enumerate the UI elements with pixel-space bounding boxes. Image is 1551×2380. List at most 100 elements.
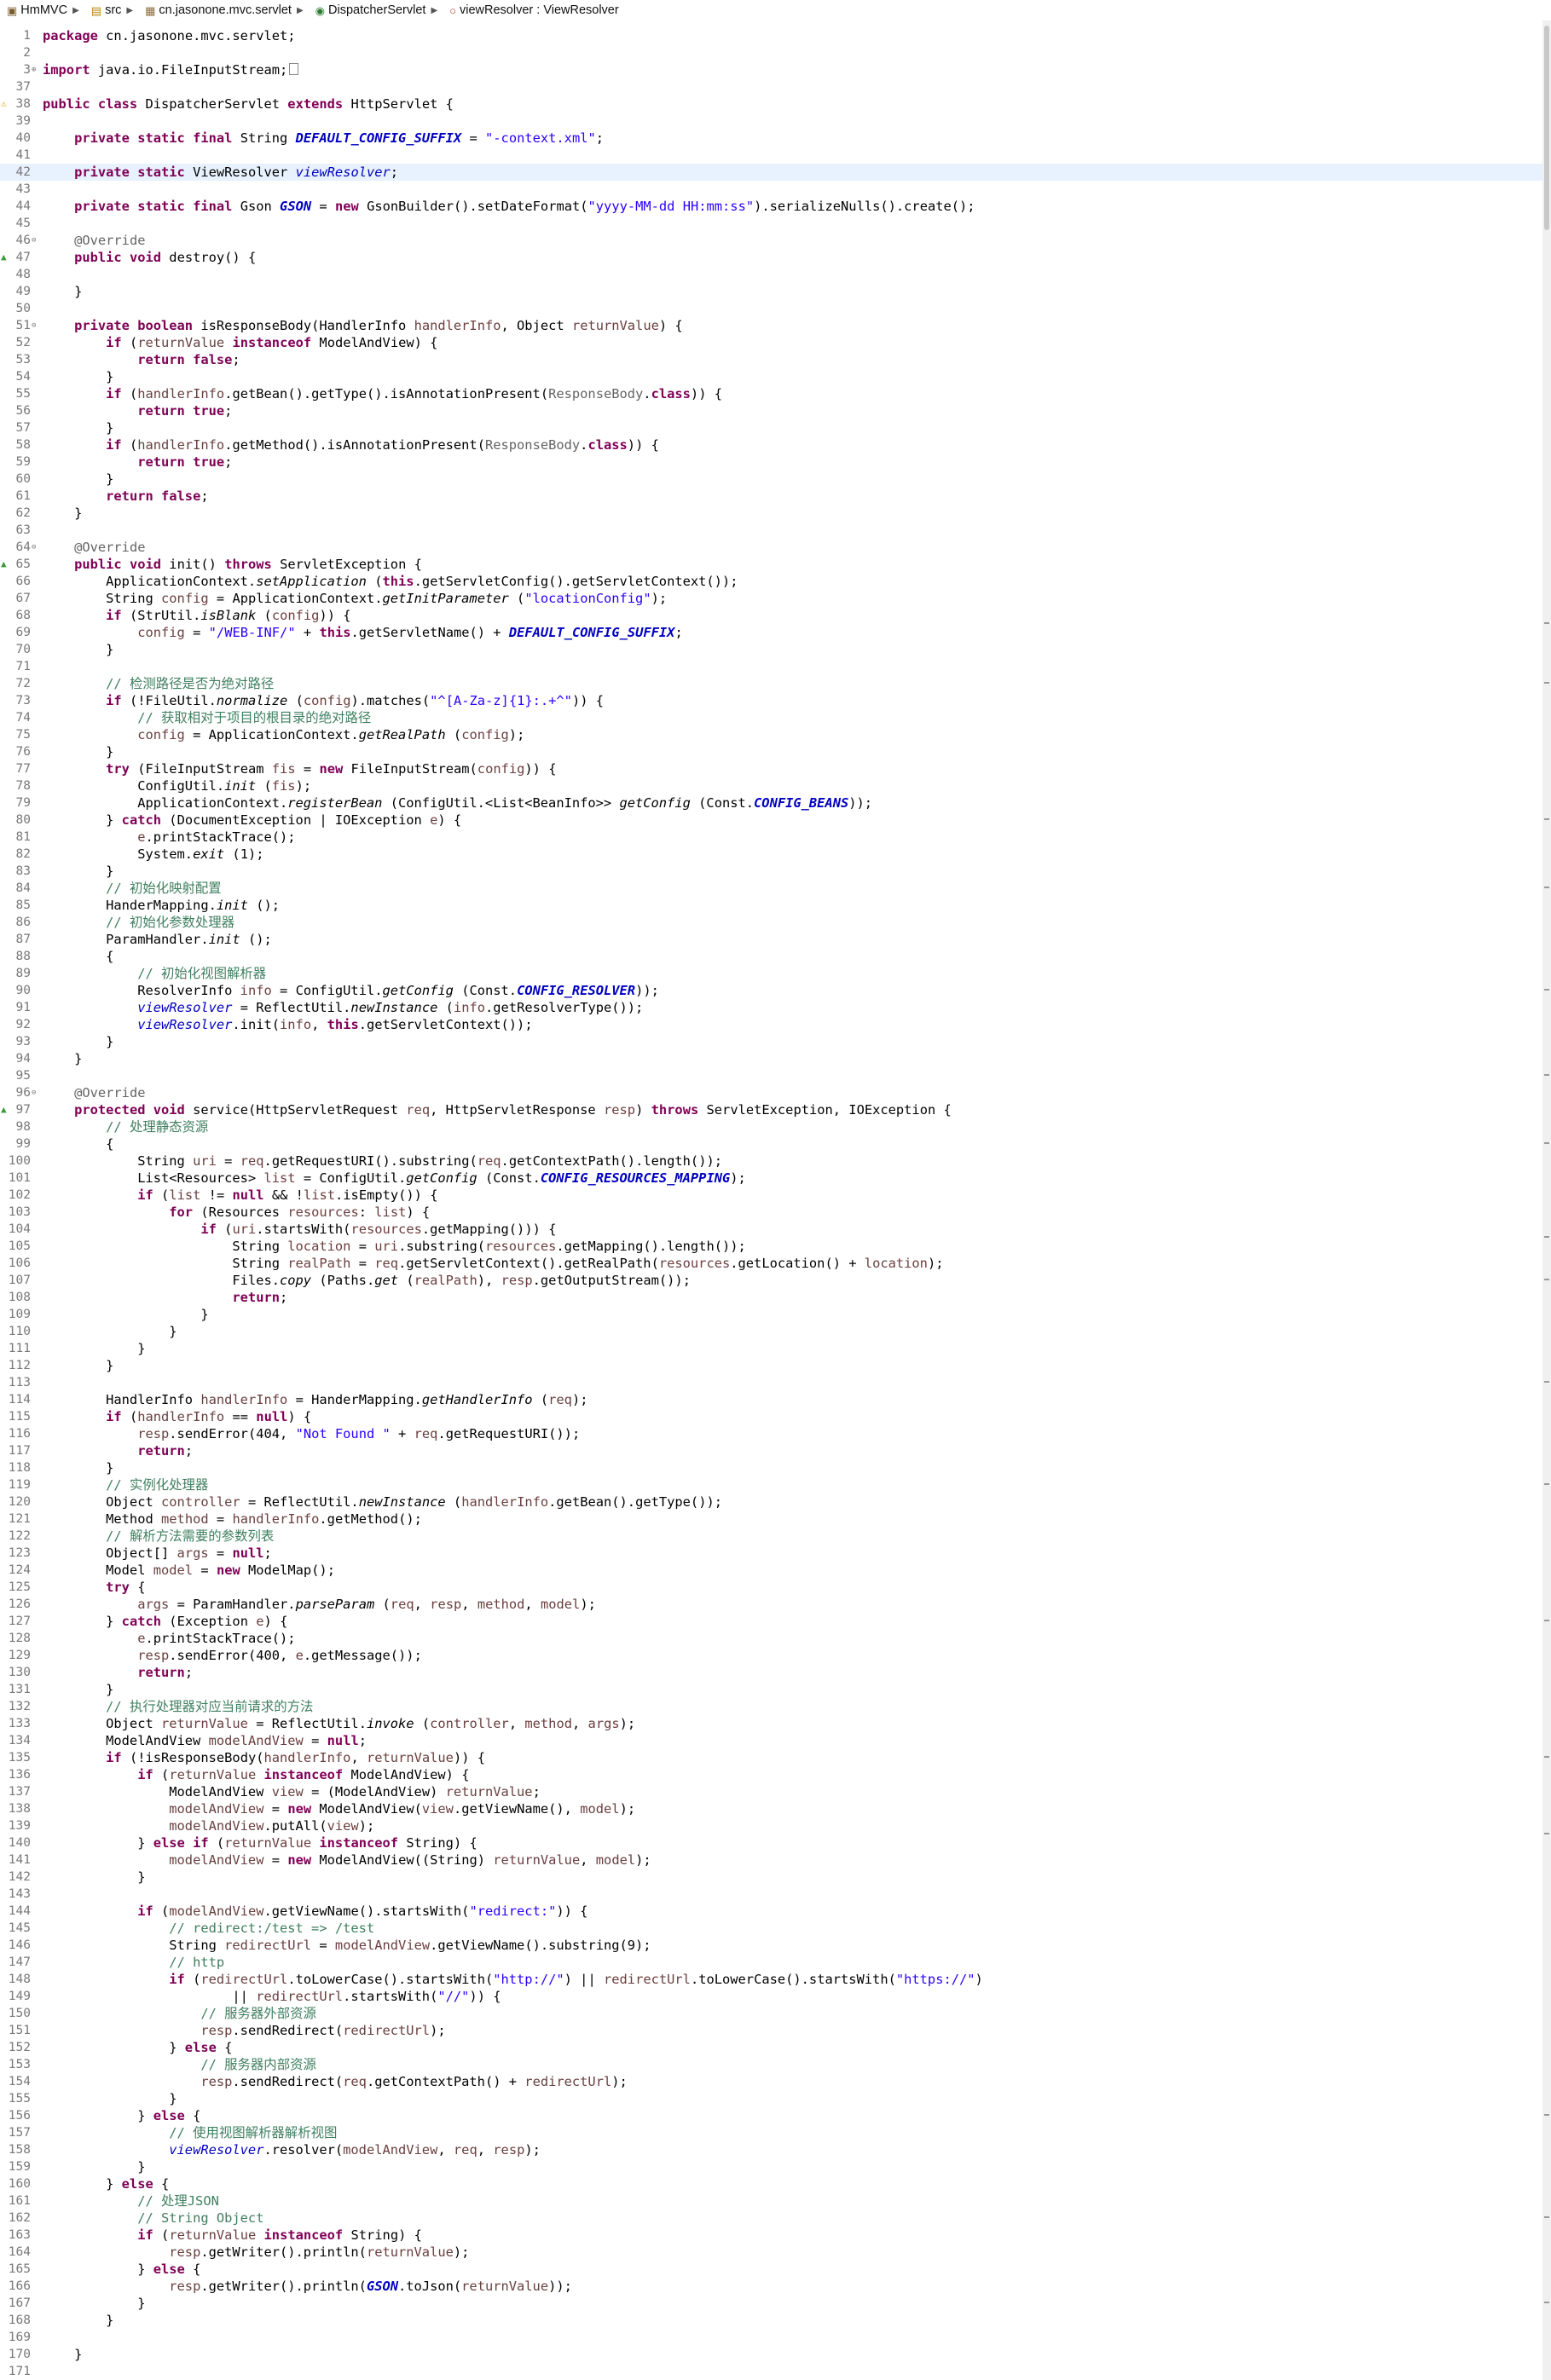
code-line[interactable]: 146 String redirectUrl = modelAndView.ge…: [0, 1937, 1542, 1954]
code-line[interactable]: 116 resp.sendError(404, "Not Found " + r…: [0, 1425, 1542, 1442]
code-line[interactable]: 139 modelAndView.putAll(view);: [0, 1817, 1542, 1834]
code-line[interactable]: 141 modelAndView = new ModelAndView((Str…: [0, 1851, 1542, 1869]
code-line[interactable]: 126 args = ParamHandler.parseParam (req,…: [0, 1596, 1542, 1613]
code-line[interactable]: 57 }: [0, 419, 1542, 436]
overview-ruler-marker[interactable]: [1544, 1756, 1549, 1758]
code-line[interactable]: 114 HandlerInfo handlerInfo = HanderMapp…: [0, 1391, 1542, 1408]
fold-collapse-icon[interactable]: ⊖: [32, 317, 36, 334]
code-line[interactable]: 79 ApplicationContext.registerBean (Conf…: [0, 794, 1542, 812]
code-line[interactable]: 64 ⊖ @Override: [0, 539, 1542, 556]
code-line[interactable]: 157 // 使用视图解析器解析视图: [0, 2124, 1542, 2141]
code-line[interactable]: 159 }: [0, 2158, 1542, 2175]
code-line[interactable]: 117 return;: [0, 1442, 1542, 1459]
code-line[interactable]: 140 } else if (returnValue instanceof St…: [0, 1834, 1542, 1851]
code-line[interactable]: 143: [0, 1886, 1542, 1903]
code-line[interactable]: 162 // String Object: [0, 2210, 1542, 2227]
code-line[interactable]: 94 }: [0, 1050, 1542, 1067]
code-line[interactable]: ⚠ 38 public class DispatcherServlet extend…: [0, 95, 1542, 113]
code-line[interactable]: 78 ConfigUtil.init (fis);: [0, 777, 1542, 794]
code-line[interactable]: 125 try {: [0, 1579, 1542, 1596]
code-line[interactable]: 90 ResolverInfo info = ConfigUtil.getCon…: [0, 982, 1542, 999]
scrollbar-thumb[interactable]: [1544, 26, 1549, 230]
overview-ruler-marker[interactable]: [1544, 1074, 1549, 1076]
code-line[interactable]: 95: [0, 1067, 1542, 1084]
code-line[interactable]: 72 // 检测路径是否为绝对路径: [0, 675, 1542, 692]
code-line[interactable]: 81 e.printStackTrace();: [0, 829, 1542, 846]
breadcrumb-item[interactable]: ◉ DispatcherServlet: [309, 3, 428, 17]
code-line[interactable]: 112 }: [0, 1357, 1542, 1374]
code-line[interactable]: 145 // redirect:/test => /test: [0, 1920, 1542, 1937]
code-line[interactable]: 155 }: [0, 2090, 1542, 2107]
code-line[interactable]: 87 ParamHandler.init ();: [0, 931, 1542, 948]
code-line[interactable]: 153 // 服务器内部资源: [0, 2056, 1542, 2073]
breadcrumb-item[interactable]: ▦ cn.jasonone.mvc.servlet: [138, 3, 293, 17]
code-line[interactable]: 149 || redirectUrl.startsWith("//")) {: [0, 1988, 1542, 2005]
code-line[interactable]: 106 String realPath = req.getServletCont…: [0, 1255, 1542, 1272]
code-line[interactable]: 93 }: [0, 1033, 1542, 1050]
code-line[interactable]: 124 Model model = new ModelMap();: [0, 1562, 1542, 1579]
code-line[interactable]: 151 resp.sendRedirect(redirectUrl);: [0, 2022, 1542, 2039]
code-line[interactable]: 170 }: [0, 2346, 1542, 2363]
code-line[interactable]: 83 }: [0, 863, 1542, 880]
code-line[interactable]: 71: [0, 658, 1542, 675]
code-line[interactable]: 84 // 初始化映射配置: [0, 880, 1542, 897]
code-line[interactable]: 68 if (StrUtil.isBlank (config)) {: [0, 607, 1542, 624]
code-line[interactable]: 80 } catch (DocumentException | IOExcept…: [0, 812, 1542, 829]
code-line[interactable]: 122 // 解析方法需要的参数列表: [0, 1528, 1542, 1545]
code-line[interactable]: 59 return true;: [0, 453, 1542, 471]
fold-collapse-icon[interactable]: ⊖: [32, 1084, 36, 1101]
code-line[interactable]: 121 Method method = handlerInfo.getMetho…: [0, 1511, 1542, 1528]
code-line[interactable]: 156 } else {: [0, 2107, 1542, 2124]
code-line[interactable]: 46 ⊖ @Override: [0, 232, 1542, 249]
code-line[interactable]: 66 ApplicationContext.setApplication (th…: [0, 573, 1542, 590]
code-line[interactable]: 48: [0, 266, 1542, 283]
code-line[interactable]: 168 }: [0, 2312, 1542, 2329]
code-line[interactable]: 56 return true;: [0, 402, 1542, 419]
code-line[interactable]: 118 }: [0, 1459, 1542, 1476]
code-line[interactable]: 45: [0, 215, 1542, 232]
code-line[interactable]: 160 } else {: [0, 2175, 1542, 2192]
code-line[interactable]: 113: [0, 1374, 1542, 1391]
breadcrumb-item[interactable]: ○ viewResolver : ViewResolver: [443, 3, 621, 17]
fold-collapse-icon[interactable]: ⊖: [32, 232, 36, 249]
code-line[interactable]: 54 }: [0, 368, 1542, 385]
code-line[interactable]: 171: [0, 2363, 1542, 2380]
code-line[interactable]: 137 ModelAndView view = (ModelAndView) r…: [0, 1783, 1542, 1800]
code-line[interactable]: 85 HanderMapping.init ();: [0, 897, 1542, 914]
code-line[interactable]: 136 if (returnValue instanceof ModelAndV…: [0, 1766, 1542, 1783]
code-line[interactable]: 39: [0, 113, 1542, 130]
code-line[interactable]: 98 // 处理静态资源: [0, 1118, 1542, 1135]
code-line[interactable]: 166 resp.getWriter().println(GSON.toJson…: [0, 2278, 1542, 2295]
code-line[interactable]: ▲ 97 protected void service(HttpServletRe…: [0, 1101, 1542, 1118]
code-line[interactable]: 40 private static final String DEFAULT_C…: [0, 130, 1542, 147]
code-line[interactable]: 82 System.exit (1);: [0, 846, 1542, 863]
code-line[interactable]: 148 if (redirectUrl.toLowerCase().starts…: [0, 1971, 1542, 1988]
code-line[interactable]: 50: [0, 300, 1542, 317]
code-line[interactable]: 76 }: [0, 743, 1542, 760]
code-line[interactable]: 110 }: [0, 1323, 1542, 1340]
breadcrumb-item[interactable]: ▣ HmMVC: [0, 3, 69, 17]
code-line[interactable]: 61 return false;: [0, 488, 1542, 505]
overview-ruler-marker[interactable]: [1544, 887, 1549, 888]
code-line[interactable]: 100 String uri = req.getRequestURI().sub…: [0, 1152, 1542, 1170]
code-line[interactable]: 169: [0, 2329, 1542, 2346]
code-line[interactable]: 96 ⊖ @Override: [0, 1084, 1542, 1101]
code-line[interactable]: 167 }: [0, 2295, 1542, 2312]
code-line[interactable]: 104 if (uri.startsWith(resources.getMapp…: [0, 1221, 1542, 1238]
code-line[interactable]: 127 } catch (Exception e) {: [0, 1613, 1542, 1630]
code-line[interactable]: 134 ModelAndView modelAndView = null;: [0, 1732, 1542, 1749]
code-line[interactable]: 99 {: [0, 1135, 1542, 1152]
overview-ruler-marker[interactable]: [1544, 989, 1549, 991]
code-line[interactable]: 62 }: [0, 505, 1542, 522]
code-line[interactable]: 144 if (modelAndView.getViewName().start…: [0, 1903, 1542, 1920]
code-line[interactable]: 129 resp.sendError(400, e.getMessage());: [0, 1647, 1542, 1664]
code-line[interactable]: ▲ 47 public void destroy() {: [0, 249, 1542, 266]
code-line[interactable]: 123 Object[] args = null;: [0, 1545, 1542, 1562]
code-line[interactable]: 1 package cn.jasonone.mvc.servlet;: [0, 27, 1542, 44]
code-line[interactable]: 131 }: [0, 1681, 1542, 1698]
code-line[interactable]: 60 }: [0, 471, 1542, 488]
code-line[interactable]: 150 // 服务器外部资源: [0, 2005, 1542, 2022]
code-line[interactable]: 130 return;: [0, 1664, 1542, 1681]
code-editor[interactable]: 1 package cn.jasonone.mvc.servlet; 2 3 ⊕ impo…: [0, 20, 1542, 2380]
fold-expand-icon[interactable]: ⊕: [32, 61, 36, 78]
